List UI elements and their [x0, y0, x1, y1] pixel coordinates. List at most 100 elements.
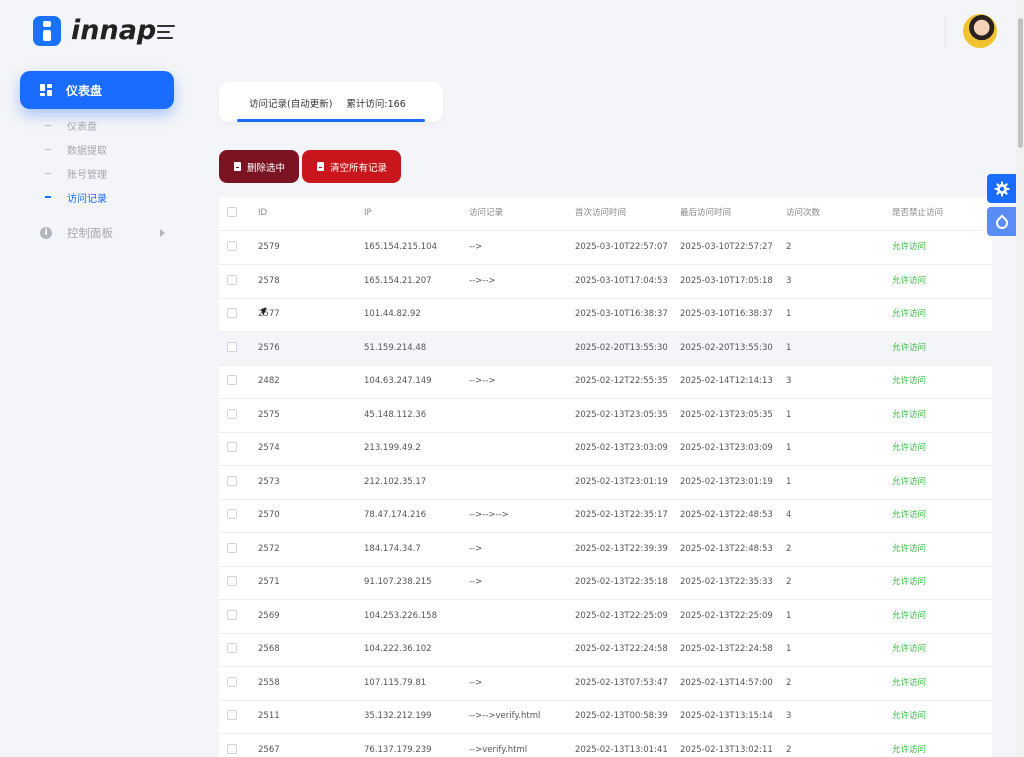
menu-icon[interactable]	[157, 25, 175, 39]
row-checkbox[interactable]	[227, 576, 237, 586]
table-row[interactable]: 2572 184.174.34.7 --> 2025-02-13T22:39:39 20…	[219, 533, 992, 567]
table-row[interactable]: 2573 212.102.35.17 2025-02-13T23:01:19 2025…	[219, 466, 992, 500]
select-all-checkbox[interactable]	[227, 207, 237, 217]
column-header[interactable]: IP	[364, 197, 372, 230]
cell-record: -->	[469, 543, 483, 554]
row-checkbox[interactable]	[227, 676, 237, 687]
sidebar-item-control-panel[interactable]: i 控制面板	[40, 225, 165, 241]
row-checkbox[interactable]	[227, 710, 237, 720]
table-row[interactable]: 2575 45.148.112.36 2025-02-13T23:05:35 2025…	[219, 399, 992, 433]
chevron-right-icon	[160, 229, 165, 237]
cell-id: 2577	[258, 309, 280, 319]
cell-status[interactable]: 允许访问	[892, 633, 926, 666]
cell-last-visit: 2025-02-13T23:01:19	[680, 476, 773, 487]
table-row[interactable]: 2511 35.132.212.199 -->-->verify.html 2025-…	[219, 700, 992, 734]
table-row[interactable]: 2577 101.44.82.92 2025-03-10T16:38:37 2025-…	[219, 298, 992, 332]
row-checkbox[interactable]	[227, 241, 237, 251]
row-checkbox[interactable]	[227, 609, 237, 620]
table-row[interactable]: 2576 51.159.214.48 2025-02-20T13:55:30 2025…	[219, 331, 992, 366]
cell-ip: 213.199.49.2	[364, 443, 421, 453]
cell-record: -->-->	[469, 376, 496, 386]
cell-status[interactable]: 允许访问	[892, 365, 926, 398]
sidebar-item-dashboard[interactable]: 仪表盘	[20, 71, 174, 109]
cell-last-visit: 2025-03-10T17:05:18	[680, 275, 773, 286]
cell-visit-count: 1	[786, 342, 792, 353]
column-header[interactable]: 最后访问时间	[680, 197, 731, 230]
logo-text: innap	[71, 15, 157, 46]
row-checkbox[interactable]	[227, 743, 237, 754]
cell-first-visit: 2025-03-10T16:38:37	[575, 309, 668, 319]
table-row[interactable]: 2568 104.222.36.102 2025-02-13T22:24:58 202…	[219, 633, 992, 667]
cell-status[interactable]: 允许访问	[892, 298, 926, 331]
column-header[interactable]: ID	[258, 197, 267, 230]
cell-record: -->verify.html	[469, 744, 528, 755]
cell-visit-count: 3	[786, 376, 792, 386]
table-row[interactable]: 2569 104.253.226.158 2025-02-13T22:25:09 20…	[219, 600, 992, 634]
cell-record: -->	[469, 677, 483, 688]
cell-record: -->-->	[469, 275, 496, 286]
row-checkbox[interactable]	[227, 542, 237, 553]
table-row[interactable]: 2579 165.154.215.104 --> 2025-03-10T22:57:0…	[219, 231, 992, 265]
cell-status[interactable]: 允许访问	[892, 265, 926, 298]
grid-icon	[40, 84, 52, 96]
cell-status[interactable]: 允许访问	[892, 399, 926, 432]
delete-selected-button[interactable]: 删除选中	[219, 150, 299, 183]
cell-status[interactable]: 允许访问	[892, 600, 926, 633]
row-checkbox[interactable]	[227, 509, 237, 519]
cell-ip: 104.63.247.149	[364, 376, 432, 386]
row-checkbox[interactable]	[227, 643, 237, 653]
sidebar-subitem-access-log[interactable]: 访问记录	[45, 189, 107, 205]
column-header[interactable]: 访问次数	[786, 197, 820, 230]
table-row[interactable]: 2578 165.154.21.207 -->--> 2025-03-10T17:04…	[219, 265, 992, 299]
cell-visit-count: 3	[786, 711, 792, 721]
table-row[interactable]: 2571 91.107.238.215 --> 2025-02-13T22:35:18…	[219, 566, 992, 600]
sidebar-subitem-accounts[interactable]: 账号管理	[45, 165, 107, 181]
row-checkbox[interactable]	[227, 274, 237, 285]
cell-status[interactable]: 允许访问	[892, 700, 926, 733]
sidebar-subitem-data-extract[interactable]: 数据提取	[45, 141, 107, 157]
table-row[interactable]: 2574 213.199.49.2 2025-02-13T23:03:09 2025-…	[219, 432, 992, 466]
cell-status[interactable]: 允许访问	[892, 667, 926, 700]
cell-status[interactable]: 允许访问	[892, 533, 926, 566]
count-value: 166	[387, 99, 406, 110]
cell-status[interactable]: 允许访问	[892, 466, 926, 499]
cell-status[interactable]: 允许访问	[892, 734, 926, 757]
clear-all-button[interactable]: 清空所有记录	[302, 150, 401, 183]
cell-visit-count: 3	[786, 275, 792, 286]
row-checkbox[interactable]	[227, 308, 237, 318]
cell-status[interactable]: 允许访问	[892, 499, 926, 532]
table-row[interactable]: 2567 76.137.179.239 -->verify.html 2025-02-…	[219, 734, 992, 757]
cell-status[interactable]: 允许访问	[892, 432, 926, 465]
row-checkbox[interactable]	[227, 375, 237, 385]
cell-status[interactable]: 允许访问	[892, 231, 926, 264]
logo[interactable]: innap	[33, 15, 156, 46]
avatar[interactable]	[963, 14, 997, 48]
cell-first-visit: 2025-02-13T00:58:39	[575, 711, 668, 721]
cell-visit-count: 1	[786, 644, 792, 654]
row-checkbox[interactable]	[227, 341, 237, 352]
table-row[interactable]: 2558 107.115.79.81 --> 2025-02-13T07:53:47 2…	[219, 667, 992, 701]
sidebar-subitem-dashboard[interactable]: 仪表盘	[45, 117, 97, 133]
cell-status[interactable]: 允许访问	[892, 566, 926, 599]
theme-button[interactable]	[987, 207, 1016, 236]
cell-ip: 101.44.82.92	[364, 309, 421, 319]
column-header[interactable]: 首次访问时间	[575, 197, 626, 230]
table-row[interactable]: 2482 104.63.247.149 -->--> 2025-02-12T22:55…	[219, 365, 992, 399]
table-row[interactable]: 2570 78.47.174.216 -->-->--> 2025-02-13T22:…	[219, 499, 992, 533]
settings-button[interactable]	[987, 174, 1016, 203]
row-checkbox[interactable]	[227, 475, 237, 486]
scrollbar-thumb[interactable]	[1018, 18, 1023, 148]
cell-first-visit: 2025-02-13T22:35:18	[575, 577, 668, 587]
cell-id: 2568	[258, 644, 280, 654]
cell-first-visit: 2025-02-13T23:03:09	[575, 443, 668, 453]
cell-id: 2570	[258, 510, 280, 520]
row-checkbox[interactable]	[227, 442, 237, 452]
cell-status[interactable]: 允许访问	[892, 332, 926, 365]
cell-visit-count: 2	[786, 677, 792, 688]
cell-last-visit: 2025-02-14T12:14:13	[680, 376, 773, 386]
column-header[interactable]: 访问记录	[469, 197, 503, 230]
column-header[interactable]: 是否禁止访问	[892, 197, 943, 230]
tab-access-log[interactable]: 访问记录(自动更新) 累计访问:166	[249, 96, 406, 110]
row-checkbox[interactable]	[227, 408, 237, 419]
cell-last-visit: 2025-03-10T16:38:37	[680, 309, 773, 319]
